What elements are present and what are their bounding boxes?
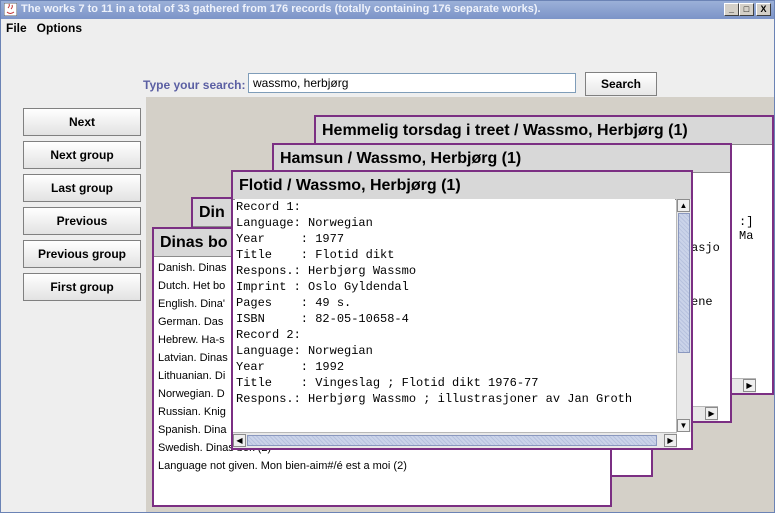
record-line: Respons.: Herbjørg Wassmo bbox=[236, 264, 417, 278]
record-line: Year : 1992 bbox=[236, 360, 345, 374]
list-item[interactable]: Language not given. Mon bien-aim#/é est … bbox=[158, 457, 407, 475]
work-card-flotid[interactable]: Flotid / Wassmo, Herbjørg (1) Record 1: … bbox=[231, 170, 693, 450]
maximize-button[interactable]: □ bbox=[739, 3, 754, 16]
record-line: Respons.: Herbjørg Wassmo ; illustrasjon… bbox=[236, 392, 633, 406]
record-line: ISBN : 82-05-10658-4 bbox=[236, 312, 409, 326]
last-group-button[interactable]: Last group bbox=[23, 174, 141, 202]
card-title[interactable]: Flotid / Wassmo, Herbjørg (1) bbox=[233, 172, 691, 200]
scroll-left-icon[interactable]: ◀ bbox=[233, 434, 246, 447]
scroll-right-icon[interactable]: ▶ bbox=[664, 434, 677, 447]
card-text-fragment: ene bbox=[691, 295, 713, 309]
previous-button[interactable]: Previous bbox=[23, 207, 141, 235]
search-input[interactable] bbox=[248, 73, 576, 93]
next-button[interactable]: Next bbox=[23, 108, 141, 136]
close-button[interactable]: X bbox=[756, 3, 771, 16]
search-button[interactable]: Search bbox=[585, 72, 657, 96]
record-line: Title : Vingeslag ; Flotid dikt 1976-77 bbox=[236, 376, 539, 390]
record-line: Pages : 49 s. bbox=[236, 296, 352, 310]
next-group-button[interactable]: Next group bbox=[23, 141, 141, 169]
java-app-icon bbox=[4, 3, 17, 16]
results-desktop: Hemmelig torsdag i treet / Wassmo, Herbj… bbox=[148, 97, 774, 512]
scroll-thumb[interactable] bbox=[247, 435, 657, 446]
scroll-right-icon[interactable]: ▶ bbox=[743, 379, 756, 392]
record-line: Language: Norwegian bbox=[236, 344, 373, 358]
vertical-scrollbar[interactable]: ▲ ▼ bbox=[676, 199, 691, 432]
search-label: Type your search: bbox=[143, 78, 246, 92]
window-title: The works 7 to 11 in a total of 33 gathe… bbox=[21, 3, 541, 15]
search-bar: Type your search: Search bbox=[1, 37, 774, 97]
scroll-right-icon[interactable]: ▶ bbox=[705, 407, 718, 420]
record-line: Year : 1977 bbox=[236, 232, 345, 246]
card-title[interactable]: Hamsun / Wassmo, Herbjørg (1) bbox=[274, 145, 730, 173]
menu-bar: File Options bbox=[1, 19, 774, 37]
horizontal-scrollbar[interactable]: ◀ ▶ bbox=[233, 432, 677, 448]
first-group-button[interactable]: First group bbox=[23, 273, 141, 301]
card-title[interactable]: Hemmelig torsdag i treet / Wassmo, Herbj… bbox=[316, 117, 772, 145]
record-text-area[interactable]: Record 1: Language: Norwegian Year : 197… bbox=[235, 199, 675, 432]
card-text-fragment: :] Ma bbox=[739, 215, 754, 243]
menu-options[interactable]: Options bbox=[32, 19, 87, 37]
minimize-button[interactable]: _ bbox=[724, 3, 739, 16]
navigation-panel: Next Next group Last group Previous Prev… bbox=[1, 97, 146, 512]
scroll-up-icon[interactable]: ▲ bbox=[677, 199, 690, 212]
record-line: Title : Flotid dikt bbox=[236, 248, 395, 262]
previous-group-button[interactable]: Previous group bbox=[23, 240, 141, 268]
menu-file[interactable]: File bbox=[1, 19, 32, 37]
record-line: Record 2: bbox=[236, 328, 301, 342]
app-window: The works 7 to 11 in a total of 33 gathe… bbox=[0, 0, 775, 513]
card-text-fragment: asjo bbox=[691, 241, 720, 255]
record-line: Record 1: bbox=[236, 200, 301, 214]
record-line: Imprint : Oslo Gyldendal bbox=[236, 280, 409, 294]
title-bar[interactable]: The works 7 to 11 in a total of 33 gathe… bbox=[1, 1, 774, 19]
scroll-down-icon[interactable]: ▼ bbox=[677, 419, 690, 432]
record-line: Language: Norwegian bbox=[236, 216, 373, 230]
scroll-thumb[interactable] bbox=[678, 213, 690, 353]
